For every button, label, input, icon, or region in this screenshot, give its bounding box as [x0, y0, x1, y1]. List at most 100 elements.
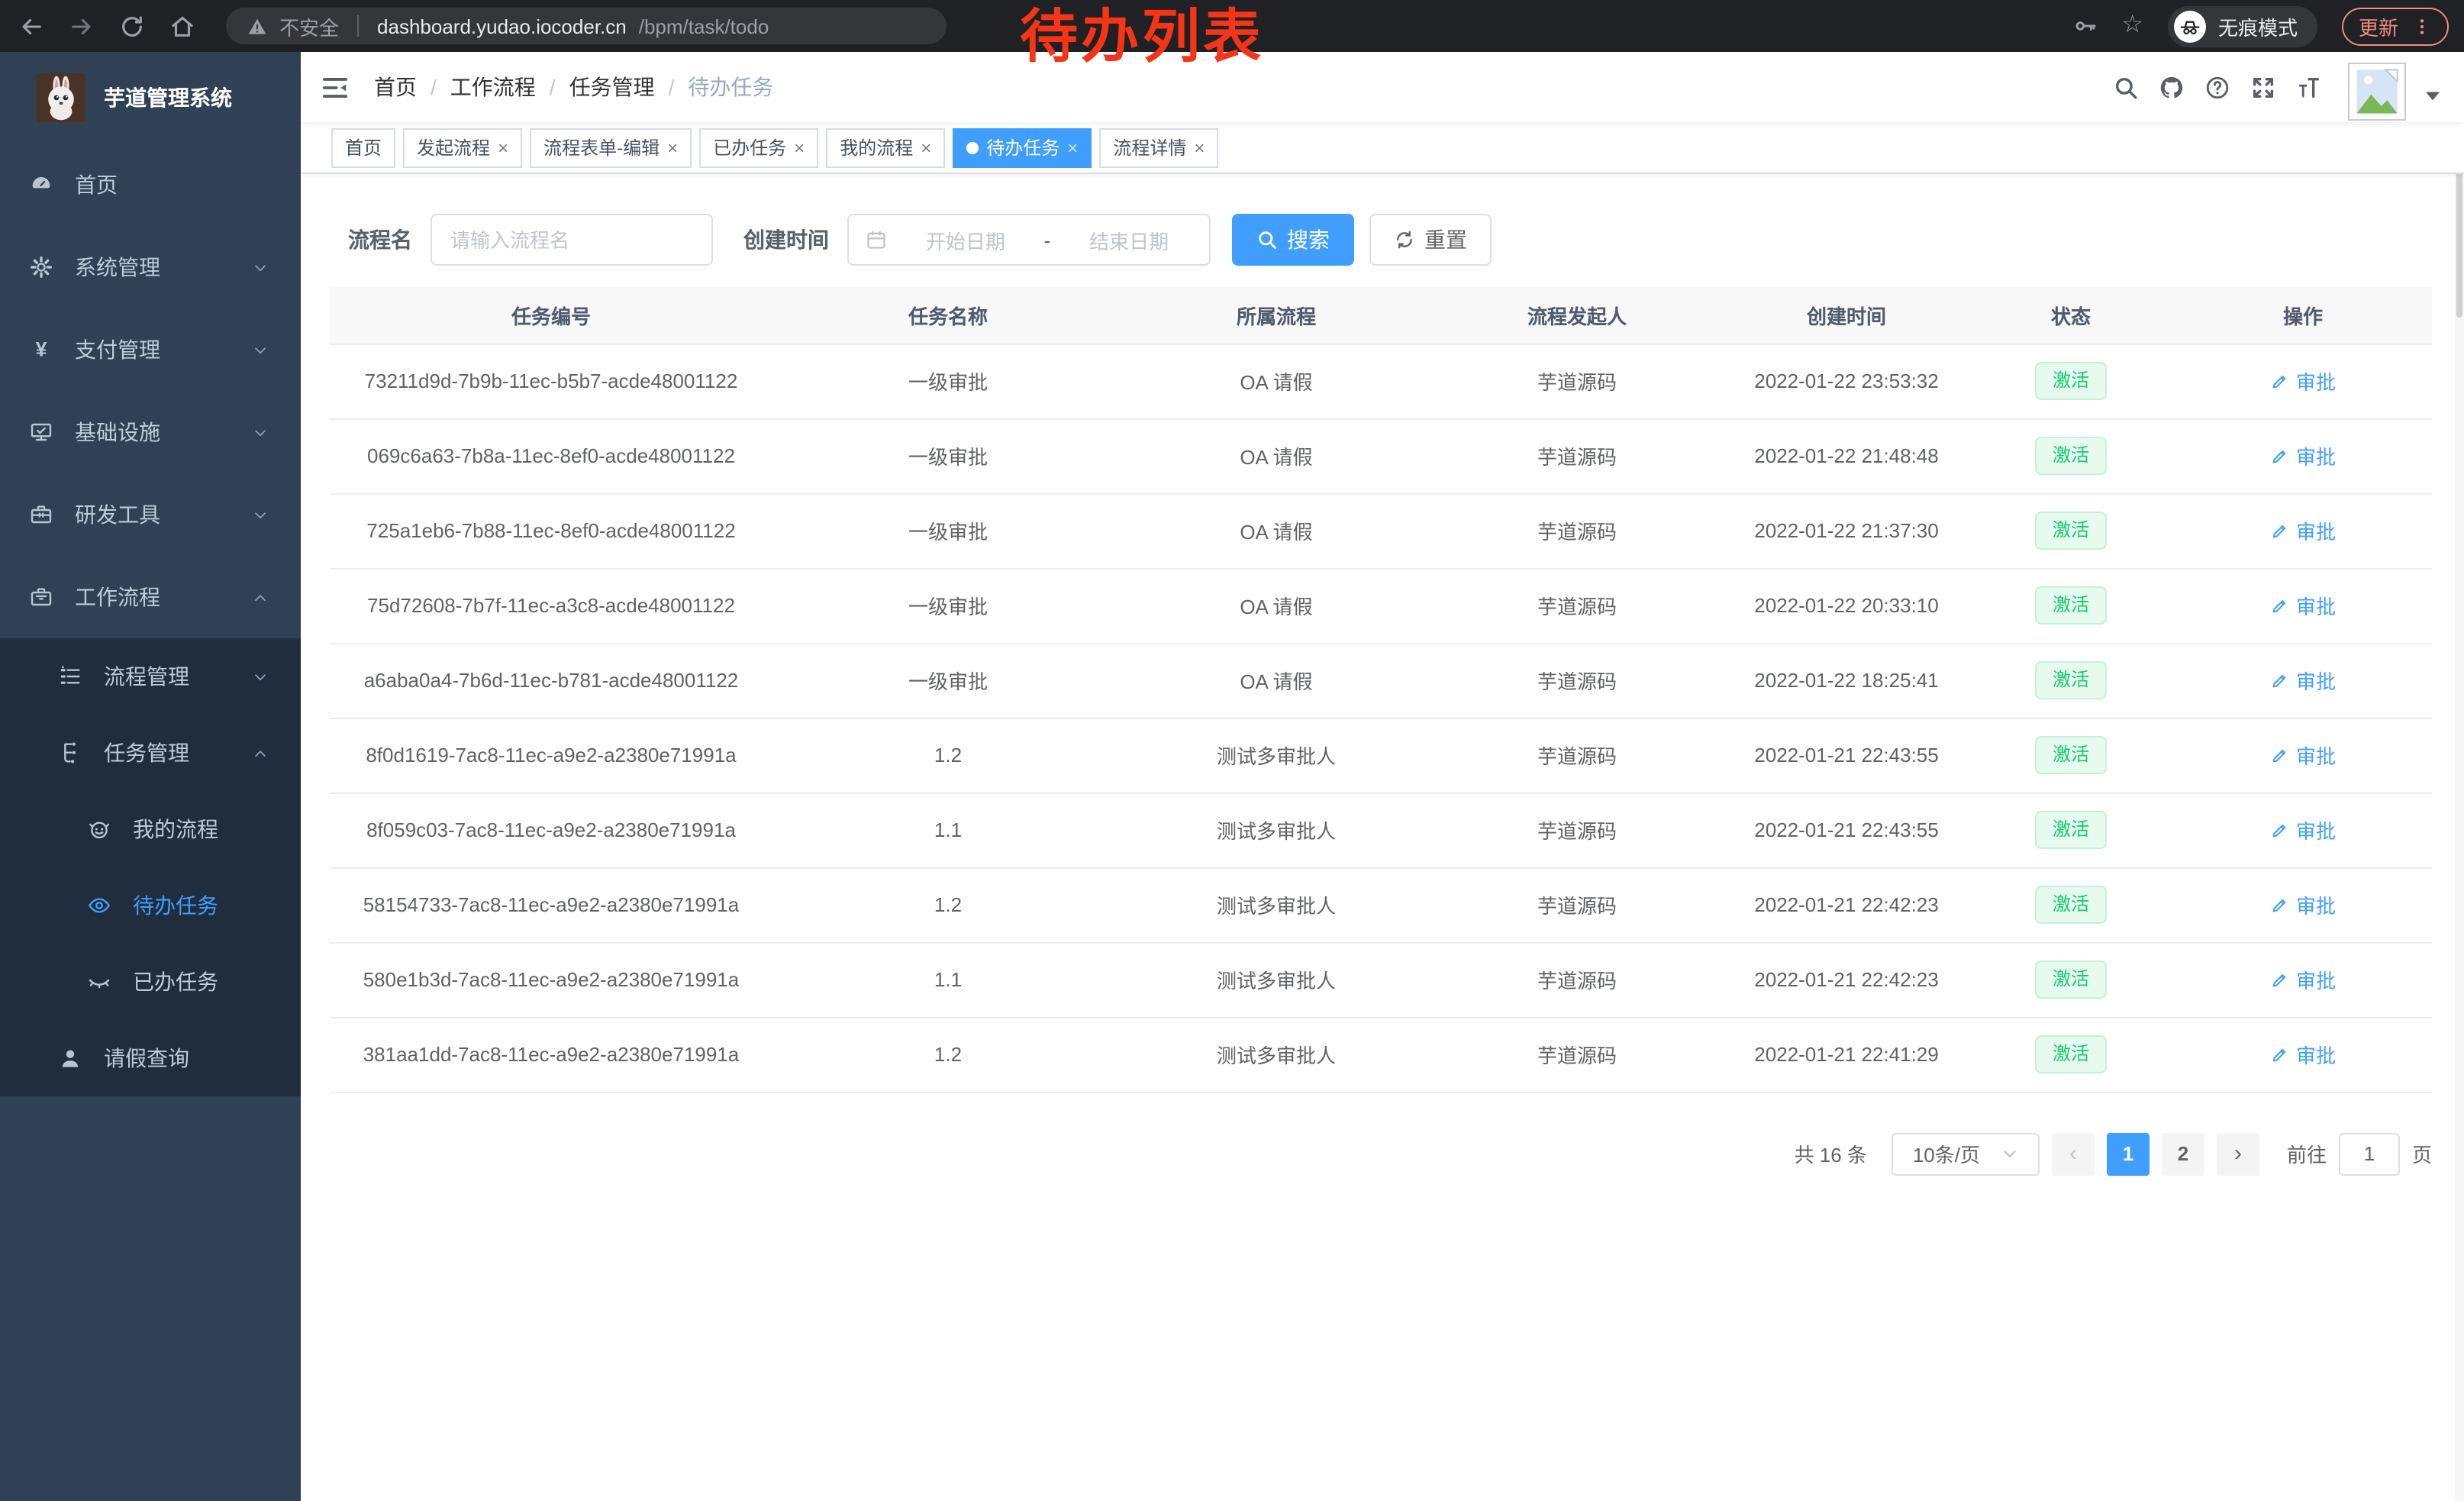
sidebar-item-done-task[interactable]: 已办任务 [0, 944, 301, 1020]
tab-done-task[interactable]: 已办任务× [699, 128, 818, 167]
tab-my-process[interactable]: 我的流程× [826, 128, 945, 167]
sidebar-item-workflow[interactable]: 工作流程 [0, 556, 301, 638]
update-label[interactable]: 更新 [2359, 11, 2398, 40]
url-host[interactable]: dashboard.yudao.iocoder.cn [377, 15, 627, 37]
table-row: 580e1b3d-7ac8-11ec-a9e2-a2380e71991a1.1测… [330, 942, 2432, 1017]
tab-todo-task[interactable]: 待办任务× [953, 128, 1092, 167]
prev-page-button[interactable]: ‹ [2052, 1132, 2095, 1175]
breadcrumb-item[interactable]: 工作流程 [450, 72, 536, 102]
security-label[interactable]: 不安全 [279, 11, 339, 40]
caret-down-icon[interactable] [2426, 88, 2440, 102]
browser-reload-icon[interactable] [119, 13, 145, 39]
cell-task-name: 1.2 [772, 718, 1124, 792]
start-date-placeholder[interactable]: 开始日期 [902, 225, 1029, 254]
sidebar-item-process-mgmt[interactable]: 流程管理 [0, 638, 301, 715]
column-header: 操作 [2174, 287, 2432, 344]
process-name-input[interactable] [431, 214, 713, 266]
avatar[interactable] [2348, 63, 2406, 121]
cell-starter: 芋道源码 [1429, 643, 1725, 718]
approve-link[interactable]: 审批 [2270, 591, 2336, 620]
page-buttons: 12 [2107, 1132, 2204, 1175]
end-date-placeholder[interactable]: 结束日期 [1066, 225, 1192, 254]
date-range-picker[interactable]: 开始日期 - 结束日期 [847, 214, 1211, 266]
page-button-2[interactable]: 2 [2162, 1132, 2204, 1175]
close-icon[interactable]: × [794, 138, 805, 157]
sidebar-menu: 首页系统管理¥支付管理基础设施研发工具工作流程流程管理任务管理我的流程待办任务已… [0, 144, 301, 1096]
breadcrumb-item[interactable]: 首页 [374, 72, 417, 102]
password-key-icon[interactable] [2072, 14, 2097, 38]
approve-link[interactable]: 审批 [2270, 516, 2336, 545]
sidebar-item-task-mgmt[interactable]: 任务管理 [0, 715, 301, 791]
eye-icon [87, 893, 111, 918]
sidebar-item-todo-task[interactable]: 待办任务 [0, 867, 301, 944]
insecure-warning-icon[interactable] [247, 16, 267, 36]
next-page-button[interactable]: › [2217, 1132, 2259, 1175]
cell-task-id: 580e1b3d-7ac8-11ec-a9e2-a2380e71991a [330, 942, 772, 1017]
tab-form-edit[interactable]: 流程表单-编辑× [530, 128, 692, 167]
reset-button[interactable]: 重置 [1369, 214, 1492, 266]
close-icon[interactable]: × [1067, 138, 1078, 157]
sidebar-item-home[interactable]: 首页 [0, 144, 301, 226]
tab-home[interactable]: 首页 [331, 128, 395, 167]
font-size-icon[interactable] [2296, 74, 2322, 100]
approve-link[interactable]: 审批 [2270, 666, 2336, 695]
edit-pen-icon [2270, 895, 2290, 915]
sidebar-item-label: 任务管理 [104, 738, 189, 768]
page-scrollbar[interactable] [2455, 52, 2464, 1501]
approve-link[interactable]: 审批 [2270, 1040, 2336, 1069]
approve-link[interactable]: 审批 [2270, 965, 2336, 994]
sidebar-item-label: 我的流程 [133, 814, 218, 844]
pagination: 共 16 条 10条/页 ‹ 12 › 前往 页 [330, 1132, 2432, 1175]
sidebar-item-payment[interactable]: ¥支付管理 [0, 308, 301, 391]
close-icon[interactable]: × [498, 138, 508, 157]
tree-icon [58, 741, 82, 765]
tab-process-detail[interactable]: 流程详情× [1099, 128, 1218, 167]
approve-link[interactable]: 审批 [2270, 441, 2336, 470]
goto-page-input[interactable] [2339, 1132, 2400, 1175]
page-size-select[interactable]: 10条/页 [1892, 1132, 2040, 1175]
browser-home-icon[interactable] [169, 13, 195, 39]
chevron-down-icon [250, 505, 270, 525]
cell-created: 2022-01-22 23:53:32 [1725, 344, 1968, 418]
url-path[interactable]: /bpm/task/todo [639, 15, 769, 37]
bookmark-star-icon[interactable]: ☆ [2121, 14, 2143, 38]
search-icon[interactable] [2113, 74, 2139, 100]
cell-starter: 芋道源码 [1429, 1017, 1725, 1092]
browser-forward-icon[interactable] [69, 13, 95, 39]
cell-status: 激活 [1968, 867, 2174, 942]
cell-created: 2022-01-21 22:43:55 [1725, 792, 1968, 867]
tab-start-process[interactable]: 发起流程× [403, 128, 522, 167]
annotation-overlay: 待办列表 [1020, 9, 1264, 70]
github-icon[interactable] [2159, 74, 2185, 100]
cell-action: 审批 [2174, 942, 2432, 1017]
cell-process: OA 请假 [1124, 643, 1429, 718]
breadcrumb-item[interactable]: 任务管理 [569, 72, 655, 102]
browser-update-button[interactable]: 更新 [2342, 7, 2449, 45]
sidebar-item-leave-query[interactable]: 请假查询 [0, 1020, 301, 1096]
incognito-label: 无痕模式 [2218, 11, 2298, 40]
approve-link[interactable]: 审批 [2270, 890, 2336, 919]
close-icon[interactable]: × [667, 138, 678, 157]
cell-status: 激活 [1968, 792, 2174, 867]
approve-link[interactable]: 审批 [2270, 815, 2336, 844]
app-logo-row[interactable]: 芋道管理系统 [0, 52, 301, 144]
help-icon[interactable] [2204, 74, 2230, 100]
close-icon[interactable]: × [1194, 138, 1205, 157]
approve-link[interactable]: 审批 [2270, 366, 2336, 395]
search-button[interactable]: 搜索 [1232, 214, 1354, 266]
close-icon[interactable]: × [921, 138, 931, 157]
cell-created: 2022-01-21 22:43:55 [1725, 718, 1968, 792]
browser-back-icon[interactable] [18, 13, 44, 39]
sidebar-item-system[interactable]: 系统管理 [0, 226, 301, 308]
fullscreen-icon[interactable] [2250, 74, 2276, 100]
monitor-icon [29, 420, 53, 444]
sidebar-item-infrastructure[interactable]: 基础设施 [0, 391, 301, 473]
sidebar-item-my-process[interactable]: 我的流程 [0, 791, 301, 867]
page-button-1[interactable]: 1 [2107, 1132, 2150, 1175]
sidebar-item-dev-tools[interactable]: 研发工具 [0, 473, 301, 556]
approve-link[interactable]: 审批 [2270, 741, 2336, 770]
chevron-up-icon [250, 743, 270, 763]
address-bar[interactable]: 不安全 dashboard.yudao.iocoder.cn/bpm/task/… [226, 8, 947, 44]
kebab-menu-icon[interactable] [2412, 16, 2432, 36]
sidebar-collapse-icon[interactable] [321, 73, 350, 102]
